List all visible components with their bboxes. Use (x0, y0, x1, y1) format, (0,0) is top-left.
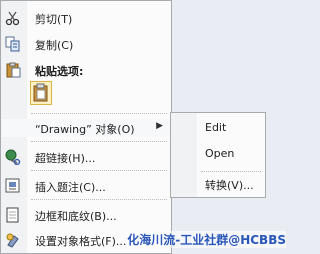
separator (31, 141, 167, 142)
separator (31, 170, 167, 171)
paste-options-header: 粘贴选项: (1, 59, 171, 81)
paste-keep-source-icon (33, 83, 48, 102)
menu-item-drawing-object[interactable]: “Drawing” 对象(O) ▶ (1, 117, 171, 139)
menu-item-label: 设置对象格式(F)... (35, 235, 127, 248)
submenu-item-edit[interactable]: Edit (171, 117, 265, 139)
menu-item-label: “Drawing” 对象(O) (35, 123, 135, 136)
submenu-item-label: 转换(V)... (205, 179, 254, 192)
menu-item-label: 插入题注(C)... (35, 181, 106, 194)
borders-icon (5, 207, 21, 223)
copy-icon (5, 36, 21, 52)
submenu-item-convert[interactable]: 转换(V)... (171, 173, 265, 195)
menu-item-label: 剪切(T) (35, 13, 73, 26)
separator (31, 199, 167, 200)
menu-item-label: 边框和底纹(B)... (35, 210, 117, 223)
caption-icon (5, 178, 21, 194)
paste-option-button[interactable] (30, 81, 52, 105)
menu-item-label: 复制(C) (35, 39, 74, 52)
submenu-item-label: Open (205, 147, 235, 160)
submenu-arrow-icon: ▶ (156, 121, 163, 131)
format-object-icon (5, 232, 21, 248)
scissors-icon (5, 10, 21, 26)
drawing-object-submenu: Edit Open 转换(V)... (170, 112, 266, 198)
watermark-text: 化海川流-工业社群@HCBBS (127, 231, 286, 248)
menu-item-label: 超链接(H)... (35, 152, 96, 165)
menu-item-hyperlink[interactable]: 超链接(H)... (1, 146, 171, 168)
menu-item-borders-shading[interactable]: 边框和底纹(B)... (1, 204, 171, 226)
paste-clipboard-icon (5, 62, 21, 78)
context-menu: 剪切(T) 复制(C) 粘贴选项: “Drawing” 对象(O) ▶ 超链接(… (0, 0, 172, 254)
submenu-item-open[interactable]: Open (171, 143, 265, 165)
separator (31, 113, 167, 114)
submenu-item-label: Edit (205, 121, 227, 134)
menu-item-insert-caption[interactable]: 插入题注(C)... (1, 175, 171, 197)
separator (201, 171, 261, 172)
paste-options-label: 粘贴选项: (35, 65, 84, 78)
menu-item-cut[interactable]: 剪切(T) (1, 7, 171, 29)
hyperlink-globe-icon (5, 149, 21, 166)
menu-item-copy[interactable]: 复制(C) (1, 33, 171, 55)
